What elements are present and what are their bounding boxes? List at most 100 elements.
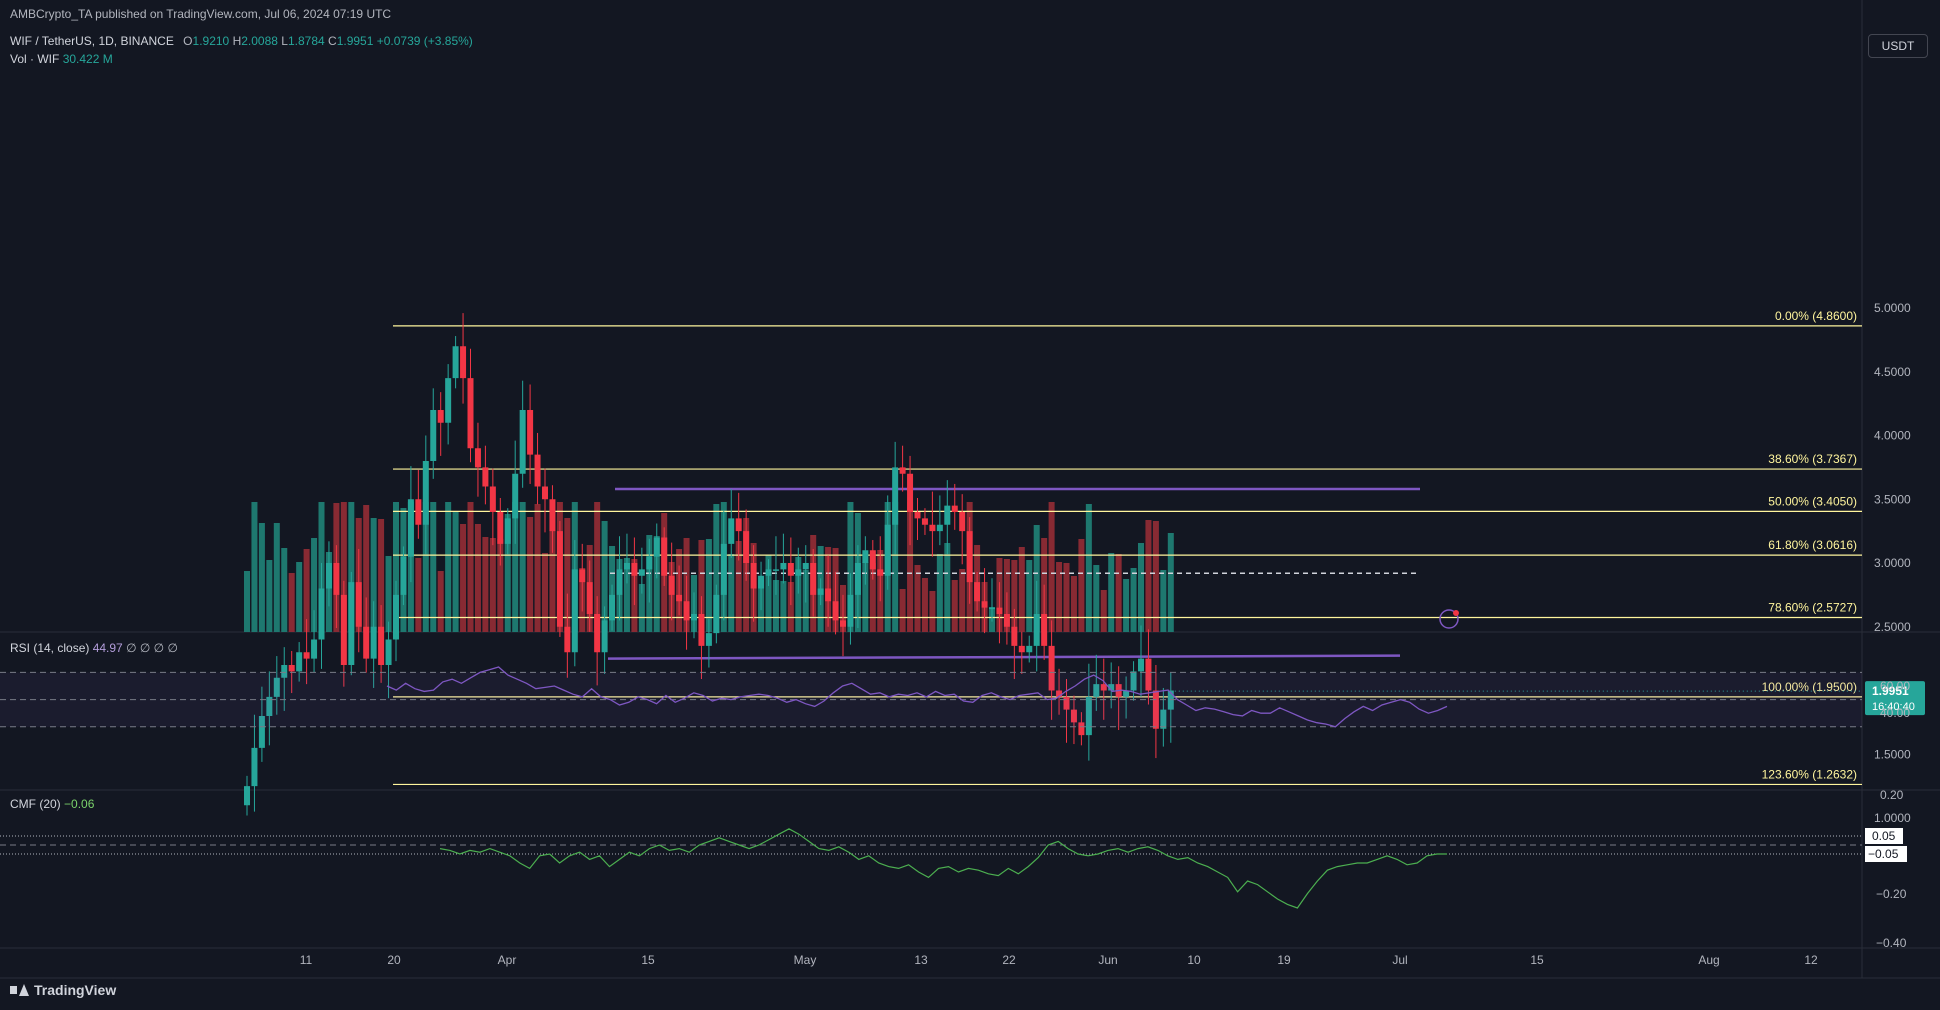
symbol-legend: WIF / TetherUS, 1D, BINANCE O1.9210 H2.0… (10, 34, 473, 48)
candle-body (497, 512, 504, 544)
y-tick-label: 3.5000 (1874, 492, 1911, 506)
x-tick-label: 10 (1187, 953, 1201, 967)
volume-bar (951, 580, 958, 632)
volume-bar (281, 548, 288, 632)
chart-canvas[interactable]: 5.0000 4.5000 4.0000 3.5000 3.0000 2.5000 2.00… (0, 0, 1940, 1010)
candle-body (594, 614, 601, 653)
fib-level-label: 50.00% (3.4050) (1768, 494, 1857, 508)
volume-bar (445, 502, 452, 632)
high-value: 2.0088 (241, 34, 278, 48)
candle-body (676, 594, 683, 602)
cmf-tick-label: −0.20 (1876, 887, 1907, 901)
alert-badge-icon (1453, 610, 1459, 616)
volume-bar (534, 504, 541, 632)
rsi-label: RSI (14, close) (10, 641, 90, 655)
volume-bar (1048, 502, 1055, 632)
candle-body (787, 563, 794, 576)
candle-body (817, 588, 824, 595)
candle-body (914, 512, 921, 519)
candle-body (370, 626, 377, 659)
candle-body (437, 410, 444, 423)
volume-bar (936, 554, 943, 632)
candle-body (862, 550, 869, 563)
volume-legend: Vol · WIF 30.422 M (10, 52, 113, 66)
candle-body (653, 537, 660, 557)
candle-body (385, 639, 392, 665)
candle-body (482, 467, 489, 487)
volume-bar (519, 502, 526, 632)
tradingview-logo[interactable]: TradingView (10, 982, 116, 998)
candle-body (393, 594, 399, 640)
candle-body (720, 543, 727, 595)
volume-bar (452, 511, 459, 632)
volume-bar (1130, 568, 1137, 632)
candle-body (758, 575, 765, 589)
volume-bar (385, 556, 392, 632)
candle-body (467, 378, 474, 449)
rsi-tick-label: 60.00 (1880, 679, 1910, 693)
candle-body (579, 569, 586, 583)
candle-body (795, 569, 802, 576)
volume-bar (1115, 554, 1122, 632)
cmf-tag-label: 0.05 (1872, 829, 1896, 843)
volume-bar (1138, 543, 1144, 632)
candle-body (527, 410, 534, 455)
volume-bar (1160, 570, 1167, 632)
rsi-extra: ∅ ∅ ∅ ∅ (126, 641, 178, 655)
candle-body (631, 563, 638, 576)
cmf-value: −0.06 (64, 797, 95, 811)
fib-level-label: 61.80% (3.0616) (1768, 538, 1857, 552)
volume-bar (1070, 576, 1077, 632)
volume-bar (244, 571, 250, 632)
volume-bar (1145, 520, 1152, 632)
volume-bar (542, 553, 548, 632)
volume-bar (467, 502, 474, 632)
tradingview-logo-icon (10, 984, 29, 996)
cmf-tick-label: 0.20 (1880, 788, 1904, 802)
low-value: 1.8784 (287, 34, 325, 48)
close-value: 1.9951 (336, 34, 374, 48)
symbol-name[interactable]: WIF / TetherUS, 1D, BINANCE (10, 34, 174, 48)
volume-bar (899, 589, 906, 632)
candle-body (907, 473, 914, 512)
volume-bar (251, 502, 258, 632)
candle-body (810, 563, 817, 595)
fib-level-label: 0.00% (4.8600) (1775, 309, 1857, 323)
volume-bar (959, 569, 966, 632)
candle-body (422, 461, 429, 525)
volume-bar (258, 523, 265, 632)
volume-bar (728, 554, 735, 632)
x-tick-label: 20 (387, 953, 401, 967)
volume-bar (1100, 590, 1107, 632)
volume-bar (921, 578, 928, 632)
currency-button[interactable]: USDT (1868, 34, 1928, 58)
candle-body (489, 486, 496, 512)
candle-body (542, 486, 548, 500)
candle-body (854, 563, 861, 595)
candle-body (668, 575, 675, 595)
volume-label: Vol · WIF (10, 52, 60, 66)
rsi-tick-label: 40.00 (1880, 706, 1910, 720)
candle-body (989, 607, 995, 610)
candle-body (325, 563, 332, 589)
candle-body (698, 614, 705, 646)
open-value: 1.9210 (192, 34, 230, 48)
x-tick-label: 13 (914, 953, 928, 967)
candle-body (303, 652, 310, 659)
fib-level-label: 78.60% (2.5727) (1768, 600, 1857, 614)
candle-body (400, 556, 407, 595)
rsi-legend: RSI (14, close) 44.97 ∅ ∅ ∅ ∅ (10, 641, 178, 655)
candle-body (355, 582, 362, 627)
candle-body (1018, 645, 1025, 653)
y-tick-label: 4.0000 (1874, 429, 1911, 443)
fib-level-label: 123.60% (1.2632) (1762, 767, 1857, 781)
candle-body (661, 537, 668, 576)
candle-body (944, 505, 951, 525)
candle-body (869, 550, 876, 570)
volume-bar (929, 591, 936, 632)
volume-bar (266, 560, 273, 632)
candle-body (445, 378, 452, 423)
candle-body (832, 601, 839, 621)
volume-bar (273, 523, 280, 632)
candle-body (884, 524, 891, 576)
